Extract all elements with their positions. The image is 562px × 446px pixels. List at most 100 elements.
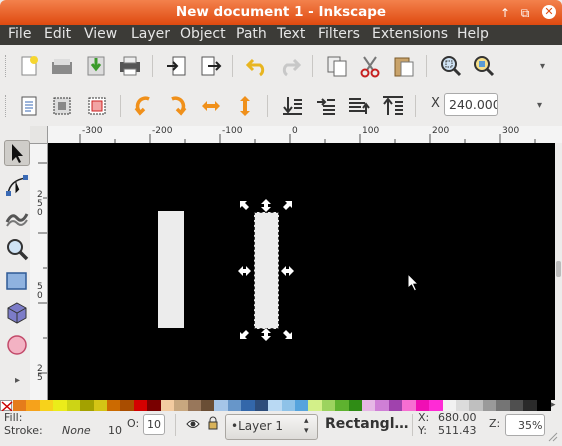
color-swatch[interactable]	[321, 400, 336, 411]
import-icon[interactable]	[85, 54, 109, 78]
vertical-ruler[interactable]: 2 5 0 5 0 2 5	[30, 143, 48, 400]
lock-icon[interactable]	[207, 416, 219, 434]
color-swatch[interactable]	[106, 400, 121, 411]
visibility-icon[interactable]	[186, 418, 200, 434]
rotate-ccw-icon[interactable]	[132, 94, 156, 118]
color-swatch[interactable]	[241, 400, 256, 411]
no-paint-swatch[interactable]	[0, 400, 13, 412]
menu-file[interactable]: File	[8, 26, 31, 42]
toolbar-overflow-icon[interactable]: ▾	[537, 100, 542, 111]
zoom-selection-icon[interactable]	[439, 54, 463, 78]
redo-icon[interactable]	[278, 54, 302, 78]
close-window-button[interactable]: ✕	[542, 5, 556, 19]
color-swatch[interactable]	[120, 400, 135, 411]
color-swatch[interactable]	[482, 400, 497, 411]
ellipse-tool-icon[interactable]	[4, 332, 30, 358]
zoom-drawing-icon[interactable]	[472, 54, 496, 78]
toolbox-more-icon[interactable]: ▸	[15, 375, 20, 386]
color-swatch[interactable]	[26, 400, 41, 411]
color-swatch[interactable]	[294, 400, 309, 411]
restore-icon[interactable]: ⧉	[518, 6, 532, 20]
selection-handles[interactable]	[236, 197, 296, 343]
color-swatch[interactable]	[80, 400, 95, 411]
color-swatch[interactable]	[147, 400, 162, 411]
menu-object[interactable]: Object	[180, 26, 226, 42]
color-swatch[interactable]	[388, 400, 403, 411]
color-swatch[interactable]	[174, 400, 189, 411]
color-swatch[interactable]	[429, 400, 444, 411]
color-swatch[interactable]	[13, 400, 27, 411]
x-coordinate-input[interactable]: 240.000	[444, 93, 498, 116]
color-swatch[interactable]	[442, 400, 457, 411]
open-icon[interactable]	[50, 54, 74, 78]
select-all-layers-icon[interactable]	[50, 94, 74, 118]
toolbar-grip[interactable]	[5, 55, 9, 77]
color-swatch[interactable]	[536, 400, 551, 411]
color-swatch[interactable]	[254, 400, 269, 411]
color-swatch[interactable]	[53, 400, 68, 411]
menu-text[interactable]: Text	[277, 26, 305, 42]
color-swatch[interactable]	[308, 400, 323, 411]
print-icon[interactable]	[118, 54, 142, 78]
new-document-icon[interactable]	[17, 54, 41, 78]
color-swatch[interactable]	[469, 400, 484, 411]
raise-icon[interactable]	[347, 94, 371, 118]
3d-box-tool-icon[interactable]	[4, 300, 30, 326]
menu-edit[interactable]: Edit	[44, 26, 71, 42]
color-swatch[interactable]	[496, 400, 511, 411]
color-swatch[interactable]	[268, 400, 283, 411]
menu-path[interactable]: Path	[236, 26, 267, 42]
palette-scroll-icon[interactable]: ▸	[551, 400, 562, 411]
lower-icon[interactable]	[313, 94, 337, 118]
color-swatch[interactable]	[402, 400, 417, 411]
raise-to-top-icon[interactable]	[381, 94, 405, 118]
color-swatch[interactable]	[227, 400, 242, 411]
color-swatch[interactable]	[509, 400, 524, 411]
color-swatch[interactable]	[335, 400, 350, 411]
color-swatch[interactable]	[214, 400, 229, 411]
scrollbar-thumb[interactable]	[556, 261, 561, 277]
export-icon[interactable]	[198, 54, 222, 78]
rectangle-tool-icon[interactable]	[4, 268, 30, 294]
color-swatch[interactable]	[93, 400, 108, 411]
menu-filters[interactable]: Filters	[318, 26, 360, 42]
color-swatch[interactable]	[39, 400, 54, 411]
copy-icon[interactable]	[325, 54, 349, 78]
menu-view[interactable]: View	[84, 26, 117, 42]
color-swatch[interactable]	[200, 400, 215, 411]
keep-above-icon[interactable]: ↑	[498, 6, 512, 20]
undo-icon[interactable]	[245, 54, 269, 78]
horizontal-ruler[interactable]: -300 -200 -100 0 100 200 300	[30, 126, 562, 144]
color-swatch[interactable]	[133, 400, 148, 411]
drawing-canvas[interactable]	[48, 143, 555, 400]
color-swatch[interactable]	[415, 400, 430, 411]
toolbar-grip[interactable]	[5, 95, 9, 117]
toolbar-overflow-icon[interactable]: ▾	[540, 61, 545, 72]
layer-selector[interactable]: •Layer 1 ▴ ▾	[225, 414, 318, 440]
vertical-scrollbar[interactable]	[555, 143, 562, 400]
rotate-cw-icon[interactable]	[165, 94, 189, 118]
color-swatch[interactable]	[523, 400, 538, 411]
paste-icon[interactable]	[392, 54, 416, 78]
deselect-icon[interactable]	[85, 94, 109, 118]
color-swatch[interactable]	[375, 400, 390, 411]
menu-layer[interactable]: Layer	[131, 26, 170, 42]
opacity-input[interactable]: 10	[143, 414, 165, 435]
menu-extensions[interactable]: Extensions	[372, 26, 448, 42]
color-swatch[interactable]	[362, 400, 377, 411]
flip-vertical-icon[interactable]	[233, 94, 257, 118]
lower-to-bottom-icon[interactable]	[280, 94, 304, 118]
rectangle-object[interactable]	[158, 211, 184, 328]
zoom-input[interactable]: 35%	[505, 414, 545, 436]
color-swatch[interactable]	[66, 400, 81, 411]
import-bitmap-icon[interactable]	[165, 54, 189, 78]
color-swatch[interactable]	[187, 400, 202, 411]
menu-help[interactable]: Help	[457, 26, 489, 42]
node-tool-icon[interactable]	[4, 172, 30, 198]
color-swatch[interactable]	[348, 400, 363, 411]
select-all-icon[interactable]	[17, 94, 41, 118]
selector-tool-icon[interactable]	[4, 140, 30, 166]
color-swatch[interactable]	[281, 400, 296, 411]
color-swatch[interactable]	[160, 400, 175, 411]
tweak-tool-icon[interactable]	[4, 204, 30, 230]
